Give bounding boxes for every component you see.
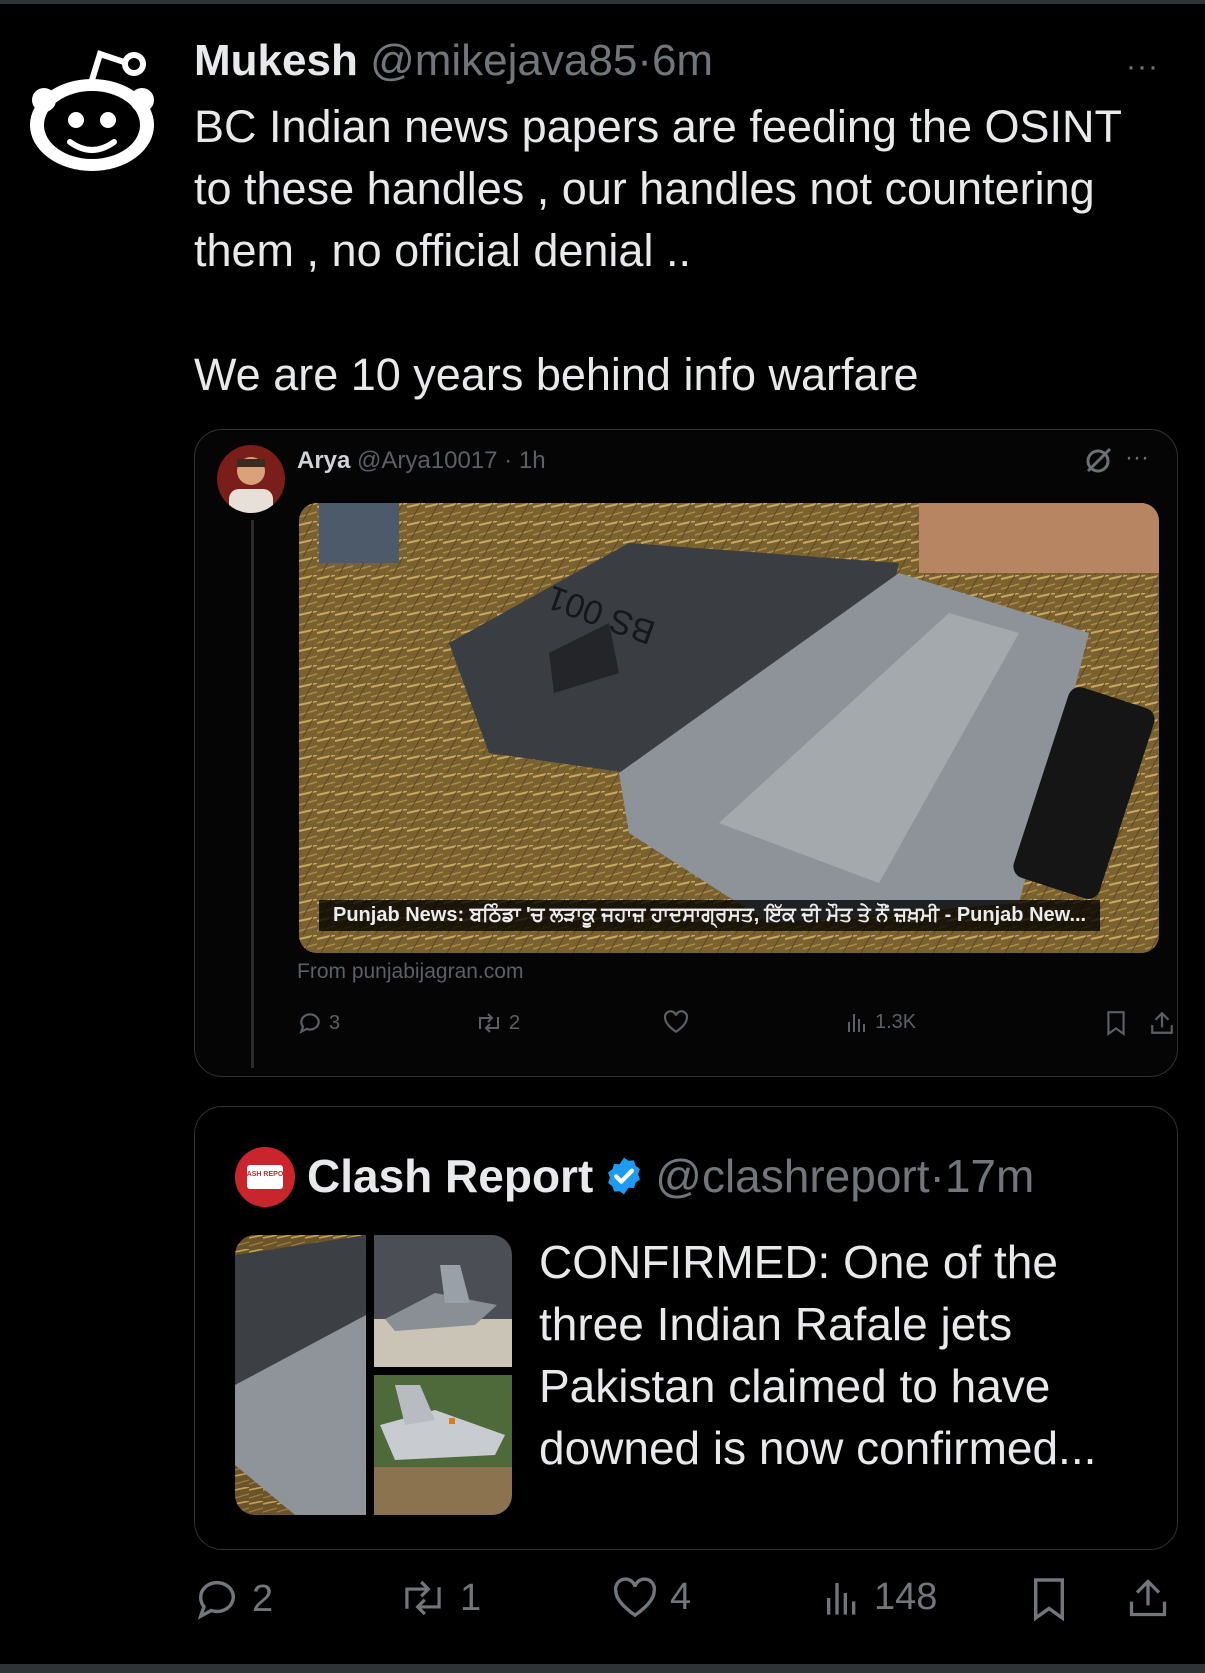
share-icon — [1151, 1011, 1173, 1034]
link-source[interactable]: From punjabijagran.com — [297, 960, 523, 984]
separator-dot: · — [504, 447, 513, 474]
top-divider — [0, 0, 1205, 4]
image-grid — [235, 1235, 512, 1515]
quoted-post-arya[interactable]: Arya @Arya10017 · 1h ··· BS 001 Punjab N… — [194, 429, 1178, 1077]
bookmark-icon — [1107, 1011, 1125, 1036]
reply-action[interactable]: 2 — [194, 1576, 273, 1622]
share-action[interactable] — [1149, 1010, 1175, 1036]
share-icon — [1129, 1579, 1167, 1617]
post-actions: 2 1 4 148 — [194, 1576, 1176, 1626]
like-action[interactable]: 4 — [612, 1576, 691, 1619]
clash-report-logo[interactable]: CLASH REPORT — [235, 1147, 295, 1207]
quoted-post-time[interactable]: 1h — [519, 447, 546, 474]
quoted-author-handle[interactable]: @Arya10017 — [357, 447, 497, 474]
quoted-post-actions: 3 2 1.3K — [297, 1010, 1173, 1046]
quoted-post-clash-report[interactable]: CLASH REPORT Clash Report @clashreport·1… — [194, 1106, 1178, 1550]
more-icon[interactable]: ··· — [1126, 50, 1159, 84]
reply-action[interactable]: 3 — [297, 1010, 340, 1036]
quoted-post-text: CONFIRMED: One of the three Indian Rafal… — [539, 1236, 1097, 1474]
quoted-author-handle[interactable]: @clashreport — [655, 1150, 929, 1202]
post-text-line: We are 10 years behind info warfare — [194, 349, 919, 400]
reply-icon — [197, 1580, 235, 1620]
views-icon — [827, 1582, 856, 1615]
quoted-author-name[interactable]: Arya — [297, 447, 350, 474]
repost-count: 2 — [509, 1011, 521, 1034]
reply-count: 2 — [252, 1577, 274, 1620]
views-count: 148 — [874, 1576, 938, 1618]
author-handle[interactable]: @mikejava85 — [370, 36, 637, 85]
separator-dot: · — [929, 1150, 945, 1202]
reply-icon — [299, 1013, 320, 1034]
thread-line — [251, 520, 254, 1068]
wreckage-photo: BS 001 — [299, 503, 1159, 953]
bookmark-action[interactable] — [1030, 1576, 1068, 1622]
quoted-author-name[interactable]: Clash Report — [307, 1149, 593, 1203]
repost-count: 1 — [460, 1576, 482, 1619]
separator-dot: · — [637, 36, 652, 85]
quoted-post-header: Clash Report @clashreport·17m — [307, 1149, 1034, 1203]
quoted-author-avatar[interactable] — [217, 445, 285, 513]
post-text-line: BC Indian news papers are feeding the OS… — [194, 101, 1123, 152]
grok-icon[interactable] — [1083, 446, 1113, 476]
repost-action[interactable]: 1 — [398, 1576, 481, 1620]
bookmark-action[interactable] — [1105, 1010, 1127, 1036]
reply-count: 3 — [329, 1011, 341, 1034]
author-name[interactable]: Mukesh — [194, 36, 358, 85]
link-preview-image[interactable]: BS 001 Punjab News: ਬਠਿੰਡਾ 'ਚ ਲੜਾਕੂ ਜਹਾਜ… — [299, 503, 1159, 953]
author-avatar[interactable] — [26, 40, 168, 182]
repost-icon — [479, 1013, 499, 1033]
bookmark-icon — [1033, 1578, 1065, 1622]
post-header: Mukesh @mikejava85·6m — [194, 36, 713, 86]
share-action[interactable] — [1126, 1576, 1170, 1620]
more-icon[interactable]: ··· — [1125, 444, 1149, 472]
media-thumbnails[interactable] — [235, 1235, 512, 1515]
views-icon — [848, 1014, 865, 1032]
link-title[interactable]: Punjab News: ਬਠਿੰਡਾ 'ਚ ਲੜਾਕੂ ਜਹਾਜ਼ ਹਾਦਸਾ… — [319, 900, 1101, 931]
like-count: 4 — [670, 1576, 692, 1618]
post-text: BC Indian news papers are feeding the OS… — [194, 96, 1194, 406]
quoted-post-time[interactable]: 17m — [945, 1150, 1034, 1202]
repost-action[interactable]: 2 — [475, 1010, 520, 1036]
reddit-alien-avatar-icon — [28, 42, 166, 180]
post-text-line: them , no official denial .. — [194, 225, 691, 276]
post-text-line: to these handles , our handles not count… — [194, 163, 1095, 214]
like-action[interactable] — [663, 1010, 689, 1034]
verified-badge-icon — [603, 1155, 645, 1197]
post-time[interactable]: 6m — [652, 36, 713, 85]
logo-text: CLASH REPORT — [237, 1171, 293, 1178]
like-icon — [613, 1576, 657, 1617]
views-count: 1.3K — [875, 1010, 917, 1033]
bottom-divider — [0, 1664, 1205, 1673]
views-action[interactable]: 1.3K — [845, 1010, 916, 1034]
repost-icon — [405, 1580, 441, 1616]
quoted-post-header: Arya @Arya10017 · 1h — [297, 447, 546, 475]
views-action[interactable]: 148 — [822, 1576, 937, 1619]
like-icon — [663, 1010, 689, 1034]
